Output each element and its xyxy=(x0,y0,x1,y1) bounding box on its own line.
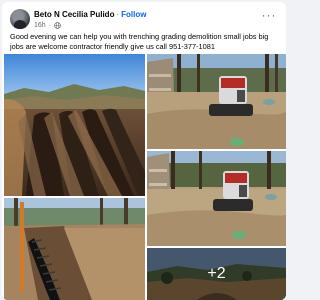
excavator-image-1 xyxy=(147,54,286,149)
photo-trenches-field[interactable] xyxy=(4,54,145,196)
photo-more[interactable]: +2 xyxy=(147,248,286,300)
more-options-icon[interactable]: ··· xyxy=(260,9,278,24)
drain-pipe-image xyxy=(4,198,145,300)
post-header: Beto N Cecilia Pulido · Follow 16h · ··· xyxy=(8,8,280,34)
post-caption: Good evening we can help you with trench… xyxy=(10,32,269,51)
time-separator: · xyxy=(48,22,52,29)
separator-dot: · xyxy=(116,10,120,19)
author-row: Beto N Cecilia Pulido · Follow xyxy=(34,10,146,20)
more-photos-count: +2 xyxy=(207,265,226,282)
excavator-image-2 xyxy=(147,151,286,246)
photo-excavator-2[interactable] xyxy=(147,151,286,246)
globe-icon xyxy=(54,22,61,29)
post-meta: 16h · xyxy=(34,21,61,30)
author-name[interactable]: Beto N Cecilia Pulido xyxy=(34,10,114,19)
photo-drain-pipe-trench[interactable] xyxy=(4,198,145,300)
post-card: Beto N Cecilia Pulido · Follow 16h · ··· G… xyxy=(2,2,286,300)
photo-excavator-1[interactable] xyxy=(147,54,286,149)
post-time[interactable]: 16h xyxy=(34,21,46,30)
trenches-field-image xyxy=(4,54,145,196)
author-avatar[interactable] xyxy=(10,9,30,29)
follow-button[interactable]: Follow xyxy=(121,10,146,19)
photo-grid: +2 xyxy=(4,54,286,300)
more-photos-overlay[interactable]: +2 xyxy=(147,248,286,300)
